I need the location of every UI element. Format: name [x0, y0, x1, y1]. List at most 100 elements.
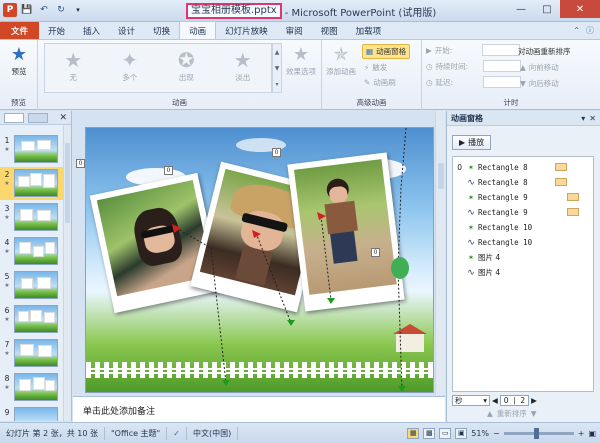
close-icon[interactable]: ✕: [589, 114, 596, 123]
timeline-bar[interactable]: [567, 208, 579, 216]
animation-item[interactable]: ∿ Rectangle 10: [453, 235, 593, 250]
powerpoint-logo-icon[interactable]: P: [3, 3, 17, 17]
tab-file[interactable]: 文件: [0, 22, 40, 39]
window-title: 宝宝相册模板.pptx - Microsoft PowerPoint (试用版): [186, 3, 436, 19]
tab-transitions[interactable]: 切换: [144, 22, 179, 39]
zoom-out-icon[interactable]: ◀: [492, 396, 498, 405]
move-later-button[interactable]: ▼ 向后移动: [520, 78, 559, 89]
normal-view-icon[interactable]: ▦: [407, 427, 420, 439]
slide-sorter-icon[interactable]: ▩: [423, 427, 436, 439]
notes-pane[interactable]: 单击此处添加备注: [73, 396, 445, 422]
move-earlier-button[interactable]: ▲ 向前移动: [520, 62, 559, 73]
tab-design[interactable]: 设计: [109, 22, 144, 39]
timeline-bar[interactable]: [555, 163, 567, 171]
help-icon[interactable]: ⓘ: [586, 25, 594, 36]
add-animation-button[interactable]: ✯ 添加动画: [324, 44, 358, 77]
effect-options-button[interactable]: ★ 效果选项: [284, 44, 318, 77]
timeline-bar[interactable]: [567, 193, 579, 201]
effect-fade[interactable]: ★ 淡出: [215, 44, 272, 92]
zoom-slider-thumb[interactable]: [533, 427, 539, 439]
tab-slideshow[interactable]: 幻灯片放映: [216, 22, 277, 39]
seconds-dropdown[interactable]: 秒 ▾: [452, 394, 490, 406]
animation-item[interactable]: 0 ✶ Rectangle 8: [453, 160, 593, 175]
animation-item[interactable]: ✶ 图片 4: [453, 250, 593, 265]
delay-input[interactable]: [482, 76, 521, 88]
scroll-up-icon[interactable]: ▲: [275, 49, 280, 56]
tab-animations[interactable]: 动画: [179, 21, 217, 39]
effect-none[interactable]: ★ 无: [45, 44, 102, 92]
animation-tag[interactable]: 0: [164, 166, 173, 175]
editor-scrollbar[interactable]: [435, 111, 445, 395]
duration-input[interactable]: [482, 60, 521, 72]
delay-field[interactable]: ◷ 延迟:: [426, 76, 521, 88]
minimize-icon[interactable]: —: [508, 0, 534, 18]
slide-thumb[interactable]: 6 ★: [0, 303, 64, 336]
pane-menu-icon[interactable]: ▾: [581, 114, 585, 123]
minimize-ribbon-icon[interactable]: ⌃: [573, 26, 580, 35]
animation-item[interactable]: ∿ Rectangle 8: [453, 175, 593, 190]
zoom-out-icon[interactable]: −: [493, 429, 500, 438]
tab-insert[interactable]: 插入: [74, 22, 109, 39]
scroll-thumb[interactable]: [65, 143, 70, 223]
slide-thumb[interactable]: 9: [0, 405, 64, 421]
animation-tag[interactable]: 0: [76, 159, 85, 168]
preview-button[interactable]: ★ 预览: [2, 44, 36, 77]
fit-to-window-icon[interactable]: ▣: [588, 429, 596, 438]
scroll-down-icon[interactable]: ▼: [275, 65, 280, 72]
timeline-zoom[interactable]: 0 ∣ 2: [499, 394, 530, 406]
slides-tab[interactable]: [4, 112, 24, 123]
animation-tag[interactable]: 0: [272, 148, 281, 157]
gallery-scroll[interactable]: ▲ ▼ ▾: [272, 43, 282, 93]
star-effect-icon: ✶: [468, 162, 474, 173]
tab-addins[interactable]: 加载项: [347, 22, 391, 39]
effect-appear[interactable]: ✪ 出现: [158, 44, 215, 92]
redo-icon[interactable]: ↻: [54, 3, 68, 17]
reading-view-icon[interactable]: ▭: [439, 427, 452, 439]
animation-item[interactable]: ✶ Rectangle 10: [453, 220, 593, 235]
undo-icon[interactable]: ↶: [37, 3, 51, 17]
animation-item[interactable]: ∿ 图片 4: [453, 265, 593, 280]
slide-thumb[interactable]: 8 ★: [0, 371, 64, 404]
language[interactable]: 中文(中国): [187, 426, 239, 440]
timeline-bar[interactable]: [555, 178, 567, 186]
slide-thumb[interactable]: 1 ★: [0, 133, 64, 166]
close-icon[interactable]: ✕: [560, 0, 600, 18]
tab-home[interactable]: 开始: [39, 22, 74, 39]
animation-tag[interactable]: 0: [371, 248, 380, 257]
seconds-label: 秒: [455, 395, 463, 405]
maximize-icon[interactable]: □: [534, 0, 560, 18]
zoom-slider[interactable]: [503, 427, 574, 439]
outline-tab[interactable]: [28, 112, 48, 123]
close-icon[interactable]: ✕: [59, 113, 67, 123]
slide-thumb[interactable]: 5 ★: [0, 269, 64, 302]
zoom-level[interactable]: 51%: [471, 429, 489, 438]
slide-thumb[interactable]: 7 ★: [0, 337, 64, 370]
animation-pane-button[interactable]: ▦ 动画窗格: [362, 44, 411, 59]
animation-painter-button[interactable]: ✎ 动画刷: [364, 77, 396, 88]
up-arrow-icon[interactable]: ▲: [487, 409, 493, 418]
slideshow-icon[interactable]: ▣: [455, 427, 468, 439]
more-icon[interactable]: ▾: [275, 81, 278, 88]
animation-item[interactable]: ∿ Rectangle 9: [453, 205, 593, 220]
zoom-in-icon[interactable]: +: [578, 429, 585, 438]
slide-canvas[interactable]: 0 0 0: [85, 127, 434, 393]
scroll-thumb[interactable]: [438, 163, 444, 189]
slides-scrollbar[interactable]: [63, 125, 71, 421]
save-icon[interactable]: 💾: [20, 3, 34, 17]
spell-check-icon[interactable]: ✓: [167, 426, 187, 440]
slide-thumb[interactable]: 4 ★: [0, 235, 64, 268]
start-field[interactable]: ▶ 开始:: [426, 44, 520, 56]
customize-toolbar-icon[interactable]: ▾: [71, 3, 85, 17]
start-input[interactable]: [481, 44, 520, 56]
slide-thumb[interactable]: 3 ★: [0, 201, 64, 234]
play-button[interactable]: ▶ 播放: [452, 135, 492, 150]
effect-multiple[interactable]: ✦ 多个: [102, 44, 159, 92]
tab-review[interactable]: 审阅: [277, 22, 312, 39]
tab-view[interactable]: 视图: [312, 22, 347, 39]
slide-thumb-selected[interactable]: 2 ★: [0, 167, 64, 200]
trigger-button[interactable]: ⚡ 触发: [364, 62, 387, 73]
duration-field[interactable]: ◷ 持续时间:: [426, 60, 521, 72]
animation-item[interactable]: ✶ Rectangle 9: [453, 190, 593, 205]
zoom-in-icon[interactable]: ▶: [531, 396, 537, 405]
down-arrow-icon[interactable]: ▼: [531, 409, 537, 418]
